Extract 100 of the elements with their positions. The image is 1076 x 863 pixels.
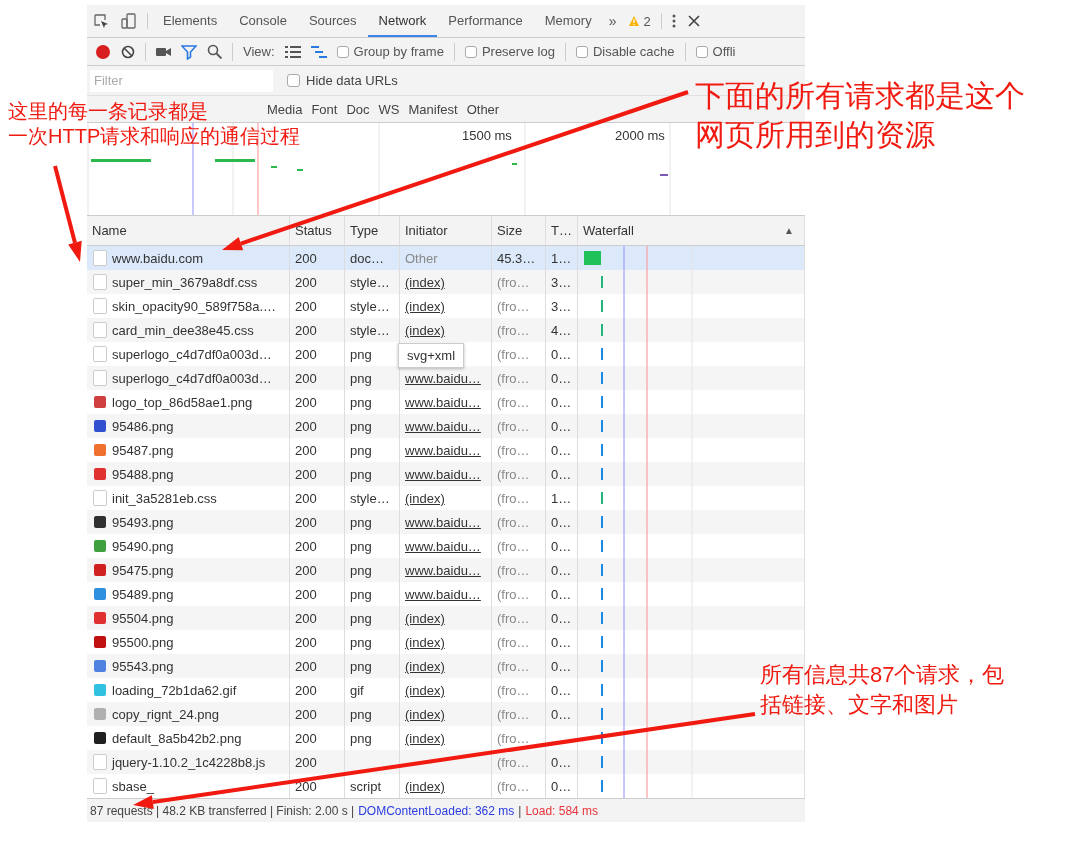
initiator-link[interactable]: www.baidu… [405, 418, 481, 434]
table-cell: 4… [546, 318, 578, 342]
initiator-link[interactable]: www.baidu… [405, 394, 481, 410]
request-name[interactable]: jquery-1.10.2_1c4228b8.js [112, 754, 266, 770]
initiator-link[interactable]: www.baidu… [405, 466, 481, 482]
initiator-link[interactable]: (index) [405, 706, 445, 722]
request-name[interactable]: 95486.png [112, 418, 174, 434]
inspect-icon[interactable] [93, 13, 109, 29]
table-cell: style… [345, 318, 400, 342]
request-name[interactable]: superlogo_c4d7df0a003d… [112, 346, 272, 362]
resource-type-filter[interactable]: Other [466, 101, 500, 117]
initiator-link[interactable]: (index) [405, 730, 445, 746]
initiator-link[interactable]: www.baidu… [405, 586, 481, 602]
request-name[interactable]: superlogo_c4d7df0a003d… [112, 370, 272, 386]
request-name[interactable]: init_3a5281eb.css [112, 490, 217, 506]
request-name[interactable]: 95500.png [112, 634, 174, 650]
initiator-link[interactable]: www.baidu… [405, 370, 481, 386]
initiator-link[interactable]: (index) [405, 778, 445, 794]
file-icon [93, 322, 107, 338]
table-cell: 200 [290, 414, 345, 438]
initiator-link[interactable]: (index) [405, 322, 445, 338]
column-header[interactable]: Type [345, 216, 400, 246]
request-name[interactable]: www.baidu.com [112, 250, 204, 266]
request-name[interactable]: sbase_ [112, 778, 154, 794]
request-name[interactable]: 95488.png [112, 466, 174, 482]
initiator-link[interactable]: www.baidu… [405, 442, 481, 458]
request-name[interactable]: 95493.png [112, 514, 174, 530]
checkbox[interactable] [695, 45, 708, 58]
request-name[interactable]: 95543.png [112, 658, 174, 674]
initiator-link[interactable]: www.baidu… [405, 538, 481, 554]
request-name[interactable]: copy_rignt_24.png [112, 706, 219, 722]
checkbox[interactable] [464, 45, 477, 58]
initiator-link[interactable]: (index) [405, 682, 445, 698]
initiator-link[interactable]: (index) [405, 274, 445, 290]
panel-tab[interactable]: Sources [297, 5, 368, 37]
initiator-link[interactable]: (index) [405, 610, 445, 626]
record-icon[interactable] [95, 43, 111, 60]
column-header[interactable]: T… [546, 216, 578, 246]
column-header[interactable]: Name [87, 216, 290, 246]
checkbox-label[interactable]: Group by frame [353, 44, 444, 59]
initiator-link[interactable]: (index) [405, 298, 445, 314]
table-cell: (fro… [492, 750, 546, 774]
panel-tab[interactable]: Memory [533, 5, 603, 37]
initiator-link[interactable]: (index) [405, 658, 445, 674]
waterfall-bar [584, 251, 601, 265]
menu-icon[interactable] [671, 14, 676, 28]
sort-indicator[interactable]: ▲ [784, 225, 794, 236]
more-tabs-button[interactable]: » [602, 5, 623, 37]
time-tick-label: 2000 ms [615, 128, 665, 143]
resource-type-filter[interactable]: Doc [346, 101, 370, 117]
warning-count: 2 [643, 13, 651, 29]
initiator-link[interactable]: (index) [405, 634, 445, 650]
initiator-link[interactable]: www.baidu… [405, 562, 481, 578]
file-icon [93, 490, 107, 506]
column-header[interactable]: Initiator [400, 216, 492, 246]
table-cell: 0… [546, 558, 578, 582]
resource-type-filter[interactable]: Manifest [408, 101, 458, 117]
list-view-icon[interactable] [284, 44, 301, 59]
request-name[interactable]: card_min_dee38e45.css [112, 322, 254, 338]
waterfall-view-icon[interactable] [310, 44, 327, 59]
close-icon[interactable] [687, 15, 700, 27]
initiator-link[interactable]: (index) [405, 490, 445, 506]
checkbox[interactable] [575, 45, 588, 58]
filter-field[interactable]: Filter [90, 69, 273, 92]
request-name[interactable]: 95475.png [112, 562, 174, 578]
table-cell: (fro… [492, 654, 546, 678]
time-tick-label: 1500 ms [462, 128, 512, 143]
checkbox-label[interactable]: Preserve log [481, 44, 555, 59]
request-name[interactable]: 95487.png [112, 442, 174, 458]
request-name[interactable]: super_min_3679a8df.css [112, 274, 258, 290]
request-name[interactable]: 95489.png [112, 586, 174, 602]
request-name[interactable]: 95504.png [112, 610, 174, 626]
device-toggle-icon[interactable] [121, 13, 137, 29]
file-icon [93, 250, 107, 266]
checkbox-label[interactable]: Hide data URLs [306, 73, 398, 88]
column-header[interactable]: Size [492, 216, 546, 246]
filter-icon[interactable] [181, 43, 197, 60]
request-name[interactable]: skin_opacity90_589f758a.… [112, 298, 277, 314]
request-name[interactable]: loading_72b1da62.gif [112, 682, 237, 698]
resource-type-filter[interactable]: Font [311, 101, 338, 117]
checkbox[interactable] [336, 45, 349, 58]
clear-icon[interactable] [121, 44, 135, 59]
panel-tab[interactable]: Performance [437, 5, 534, 37]
column-header[interactable]: Status [290, 216, 345, 246]
panel-tab[interactable]: Elements [152, 5, 229, 37]
request-name[interactable]: default_8a5b42b2.png [112, 730, 242, 746]
request-name[interactable]: logo_top_86d58ae1.png [112, 394, 253, 410]
checkbox[interactable] [287, 74, 300, 87]
resource-type-filter[interactable]: WS [378, 101, 400, 117]
request-name[interactable]: 95490.png [112, 538, 174, 554]
search-icon[interactable] [207, 44, 222, 59]
column-header[interactable]: Waterfall ▲ [578, 216, 805, 246]
checkbox-label[interactable]: Offli [712, 44, 736, 59]
initiator-link[interactable]: www.baidu… [405, 514, 481, 530]
resource-type-filter[interactable]: Media [267, 101, 303, 117]
table-cell: 200 [290, 462, 345, 486]
checkbox-label[interactable]: Disable cache [592, 44, 675, 59]
panel-tab[interactable]: Console [228, 5, 298, 37]
camera-icon[interactable] [156, 45, 171, 58]
annotation-text: 下面的所有请求都是这个 [695, 78, 1025, 114]
